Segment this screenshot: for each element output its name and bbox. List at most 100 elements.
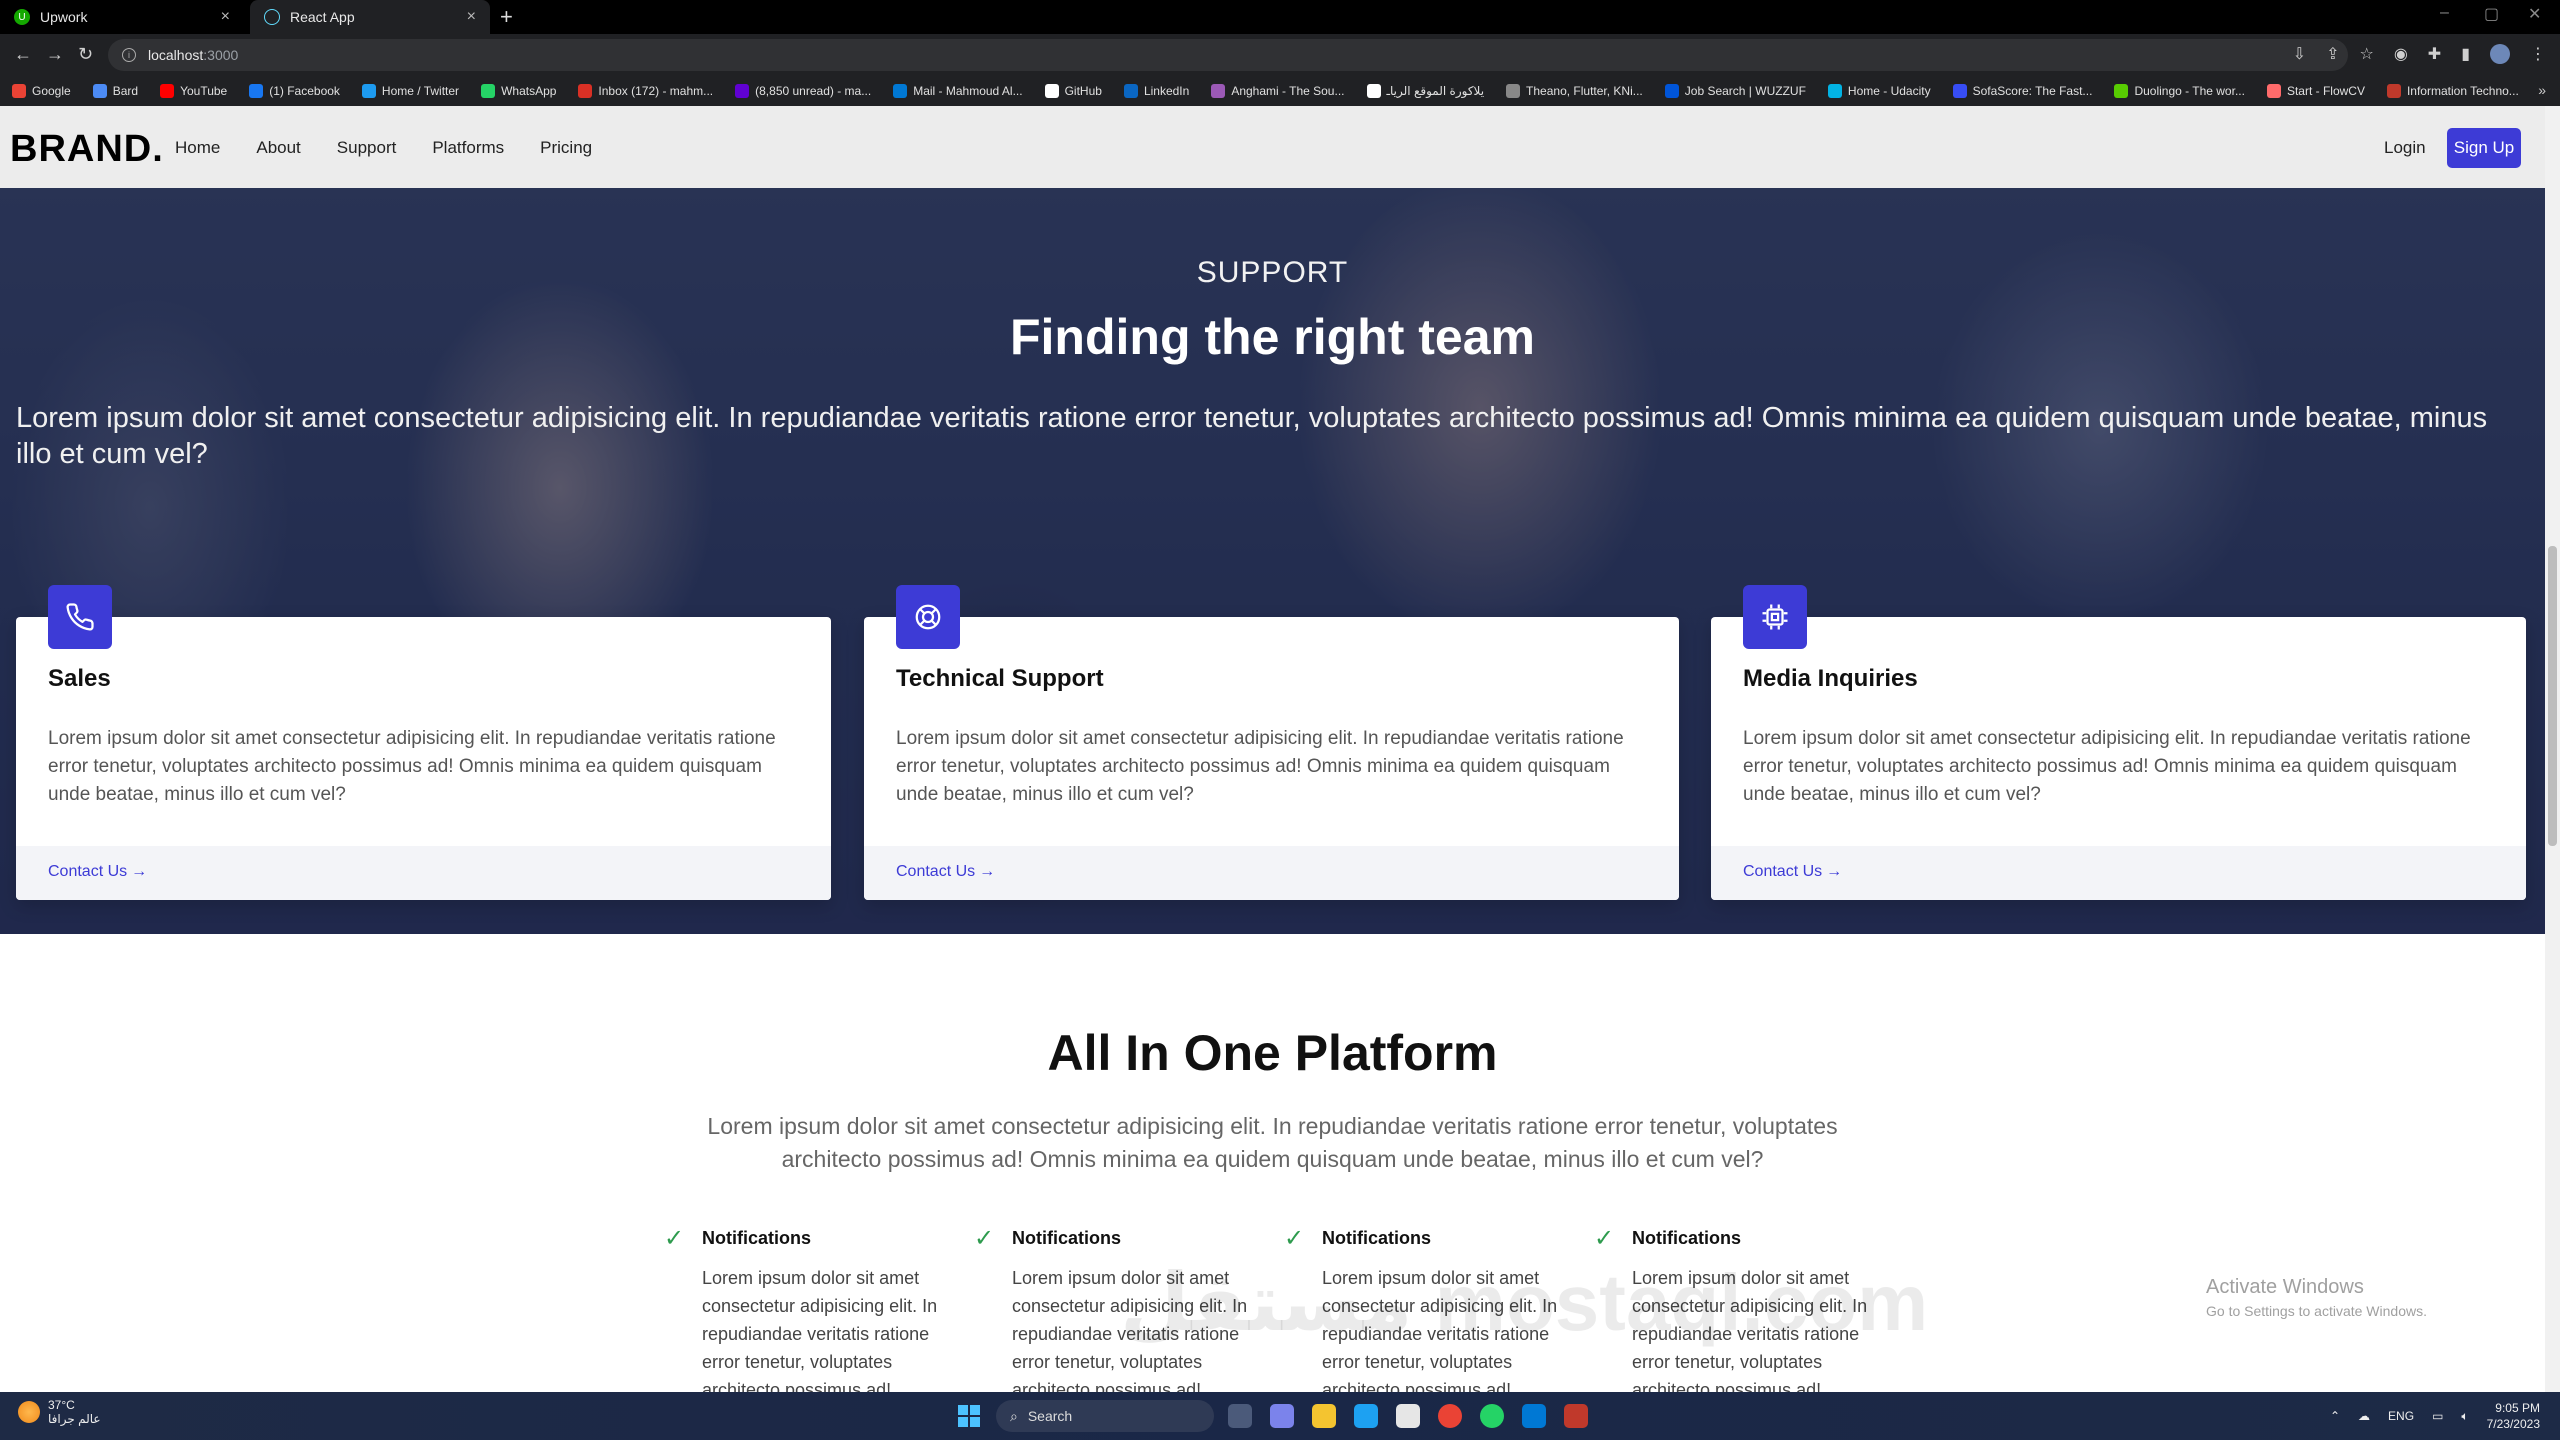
check-icon: ✓ — [1594, 1225, 1615, 1252]
bookmark-favicon-icon — [2386, 84, 2401, 98]
arrow-right-icon: → — [131, 863, 148, 880]
bookmark-label: SofaScore: The Fast... — [1972, 84, 2093, 98]
card-text: Lorem ipsum dolor sit amet consectetur a… — [48, 728, 776, 805]
whatsapp-icon[interactable] — [1480, 1404, 1504, 1428]
nav-support[interactable]: Support — [337, 138, 397, 158]
bookmark-item[interactable]: (8,850 unread) - ma... — [735, 84, 871, 98]
maximize-icon[interactable]: ▢ — [2484, 4, 2499, 24]
bookmark-item[interactable]: Job Search | WUZZUF — [1664, 84, 1806, 98]
web-page: BRAND. Home About Support Platforms Pric… — [0, 106, 2545, 1392]
signup-button[interactable]: Sign Up — [2447, 128, 2521, 168]
hero-kicker: SUPPORT — [1196, 256, 1349, 289]
bookmark-label: Duolingo - The wor... — [2134, 84, 2245, 98]
nav-platforms[interactable]: Platforms — [432, 138, 504, 158]
window-close-icon[interactable]: ✕ — [2528, 4, 2541, 24]
network-icon[interactable]: ▭ — [2432, 1409, 2443, 1423]
file-explorer-icon[interactable] — [1312, 1404, 1336, 1428]
onedrive-icon[interactable]: ☁ — [2358, 1409, 2370, 1423]
vscode-icon[interactable] — [1522, 1404, 1546, 1428]
extension-icon[interactable]: ◉ — [2394, 44, 2408, 64]
scrollbar-thumb[interactable] — [2548, 546, 2557, 846]
bookmark-favicon-icon — [160, 84, 175, 98]
star-icon[interactable]: ☆ — [2359, 44, 2373, 64]
nav-pricing[interactable]: Pricing — [540, 138, 592, 158]
edge-icon[interactable] — [1354, 1404, 1378, 1428]
bookmark-item[interactable]: LinkedIn — [1123, 84, 1189, 98]
bookmark-label: Bard — [112, 84, 139, 98]
bookmark-item[interactable]: Start - FlowCV — [2266, 84, 2365, 98]
reload-icon[interactable]: ↻ — [78, 44, 93, 65]
bookmark-favicon-icon — [249, 84, 264, 98]
task-view-icon[interactable] — [1228, 1404, 1252, 1428]
bookmark-item[interactable]: Duolingo - The wor... — [2114, 84, 2245, 98]
bookmarks-overflow-icon[interactable]: » — [2538, 82, 2546, 98]
login-link[interactable]: Login — [2384, 138, 2426, 158]
tab-react-app[interactable]: React App × — [250, 0, 490, 34]
bookmark-item[interactable]: Inbox (172) - mahm... — [578, 84, 713, 98]
url-input[interactable]: i localhost:3000 — [108, 39, 2348, 71]
store-icon[interactable] — [1396, 1404, 1420, 1428]
new-tab-button[interactable]: + — [500, 4, 513, 30]
toolbar-icons: ⇩ ⇪ ☆ ◉ ✚ ▮ ⋮ — [2293, 44, 2546, 64]
feature-title: Notifications — [1632, 1228, 1742, 1248]
volume-icon[interactable]: 🔈︎ — [2461, 1409, 2468, 1424]
avatar[interactable] — [2490, 44, 2510, 64]
bookmark-label: Start - FlowCV — [2286, 84, 2365, 98]
bookmark-label: يلاكورة الموقع الرياـ — [1386, 84, 1485, 98]
app-icon[interactable] — [1564, 1404, 1588, 1428]
bookmark-favicon-icon — [1211, 84, 1226, 98]
close-icon[interactable]: × — [221, 8, 230, 26]
nav-home[interactable]: Home — [175, 138, 220, 158]
card-title: Technical Support — [896, 665, 1104, 692]
bookmark-item[interactable]: يلاكورة الموقع الرياـ — [1366, 84, 1485, 98]
windows-start-icon[interactable] — [958, 1405, 980, 1427]
install-icon[interactable]: ⇩ — [2293, 44, 2306, 64]
contact-us-link[interactable]: Contact Us → — [48, 863, 147, 881]
bookmark-item[interactable]: WhatsApp — [481, 84, 556, 98]
weather-widget[interactable]: 37°C عالم جرافا — [18, 1398, 101, 1426]
info-icon[interactable]: i — [122, 48, 136, 62]
minimize-icon[interactable]: – — [2440, 4, 2449, 22]
brand-logo[interactable]: BRAND. — [10, 128, 164, 171]
bookmarks-bar: Google Bard YouTube (1) Facebook Home / Twit… — [0, 76, 2560, 106]
card-title: Media Inquiries — [1743, 665, 1918, 692]
chevron-up-icon[interactable]: ⌃ — [2330, 1409, 2340, 1423]
bookmark-favicon-icon — [1827, 84, 1842, 98]
taskbar-search[interactable]: ⌕ Search — [996, 1400, 1214, 1432]
contact-us-link[interactable]: Contact Us → — [1743, 863, 1842, 881]
bookmark-item[interactable]: GitHub — [1044, 84, 1102, 98]
menu-icon[interactable]: ⋮ — [2530, 44, 2546, 64]
teams-icon[interactable] — [1270, 1404, 1294, 1428]
close-icon[interactable]: × — [467, 8, 476, 26]
bookmark-item[interactable]: Mail - Mahmoud Al... — [893, 84, 1023, 98]
bookmark-item[interactable]: Google — [12, 84, 71, 98]
bookmark-favicon-icon — [2266, 84, 2281, 98]
back-icon[interactable]: ← — [14, 44, 32, 65]
weather-sun-icon — [18, 1401, 40, 1423]
contact-us-link[interactable]: Contact Us → — [896, 863, 995, 881]
language-indicator[interactable]: ENG — [2388, 1409, 2414, 1423]
bookmark-item[interactable]: Theano, Flutter, KNi... — [1506, 84, 1643, 98]
bookmark-item[interactable]: Home - Udacity — [1827, 84, 1931, 98]
bookmark-item[interactable]: Information Techno... — [2386, 84, 2519, 98]
bookmark-item[interactable]: Bard — [92, 84, 139, 98]
nav-about[interactable]: About — [256, 138, 300, 158]
share-icon[interactable]: ⇪ — [2326, 44, 2339, 64]
upwork-icon: U — [14, 9, 30, 25]
bookmark-favicon-icon — [481, 84, 496, 98]
forward-icon[interactable]: → — [46, 44, 64, 65]
bookmark-item[interactable]: SofaScore: The Fast... — [1952, 84, 2093, 98]
activate-windows-notice: Activate Windows Go to Settings to activ… — [2206, 1276, 2427, 1319]
extensions-puzzle-icon[interactable]: ✚ — [2428, 44, 2441, 64]
bookmark-item[interactable]: Anghami - The Sou... — [1211, 84, 1345, 98]
sidepanel-icon[interactable]: ▮ — [2461, 44, 2470, 64]
bookmark-item[interactable]: (1) Facebook — [249, 84, 340, 98]
platform-title: All In One Platform — [1047, 1025, 1498, 1081]
bookmark-favicon-icon — [735, 84, 750, 98]
tab-upwork[interactable]: U Upwork × — [0, 0, 244, 34]
page-scrollbar[interactable] — [2545, 106, 2560, 1392]
bookmark-item[interactable]: Home / Twitter — [361, 84, 459, 98]
chrome-icon[interactable] — [1438, 1404, 1462, 1428]
clock[interactable]: 9:05 PM 7/23/2023 — [2487, 1400, 2540, 1432]
bookmark-item[interactable]: YouTube — [160, 84, 227, 98]
